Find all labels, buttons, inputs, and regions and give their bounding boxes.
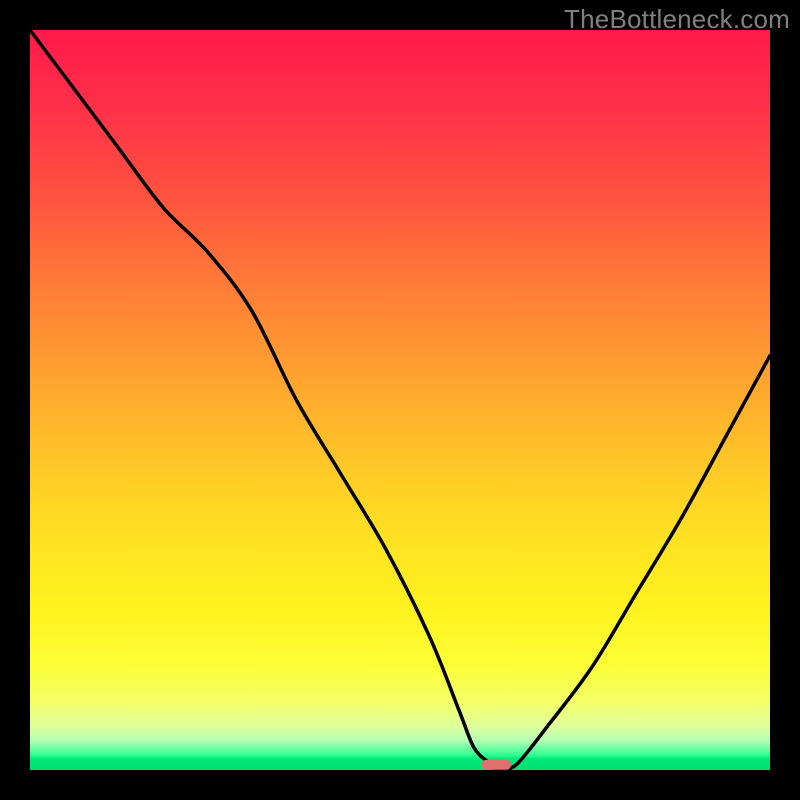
watermark-text: TheBottleneck.com: [564, 4, 790, 35]
optimal-marker: [481, 760, 511, 770]
bottleneck-curve: [30, 30, 770, 770]
plot-area: [30, 30, 770, 770]
curve-layer: [30, 30, 770, 770]
chart-frame: TheBottleneck.com: [0, 0, 800, 800]
